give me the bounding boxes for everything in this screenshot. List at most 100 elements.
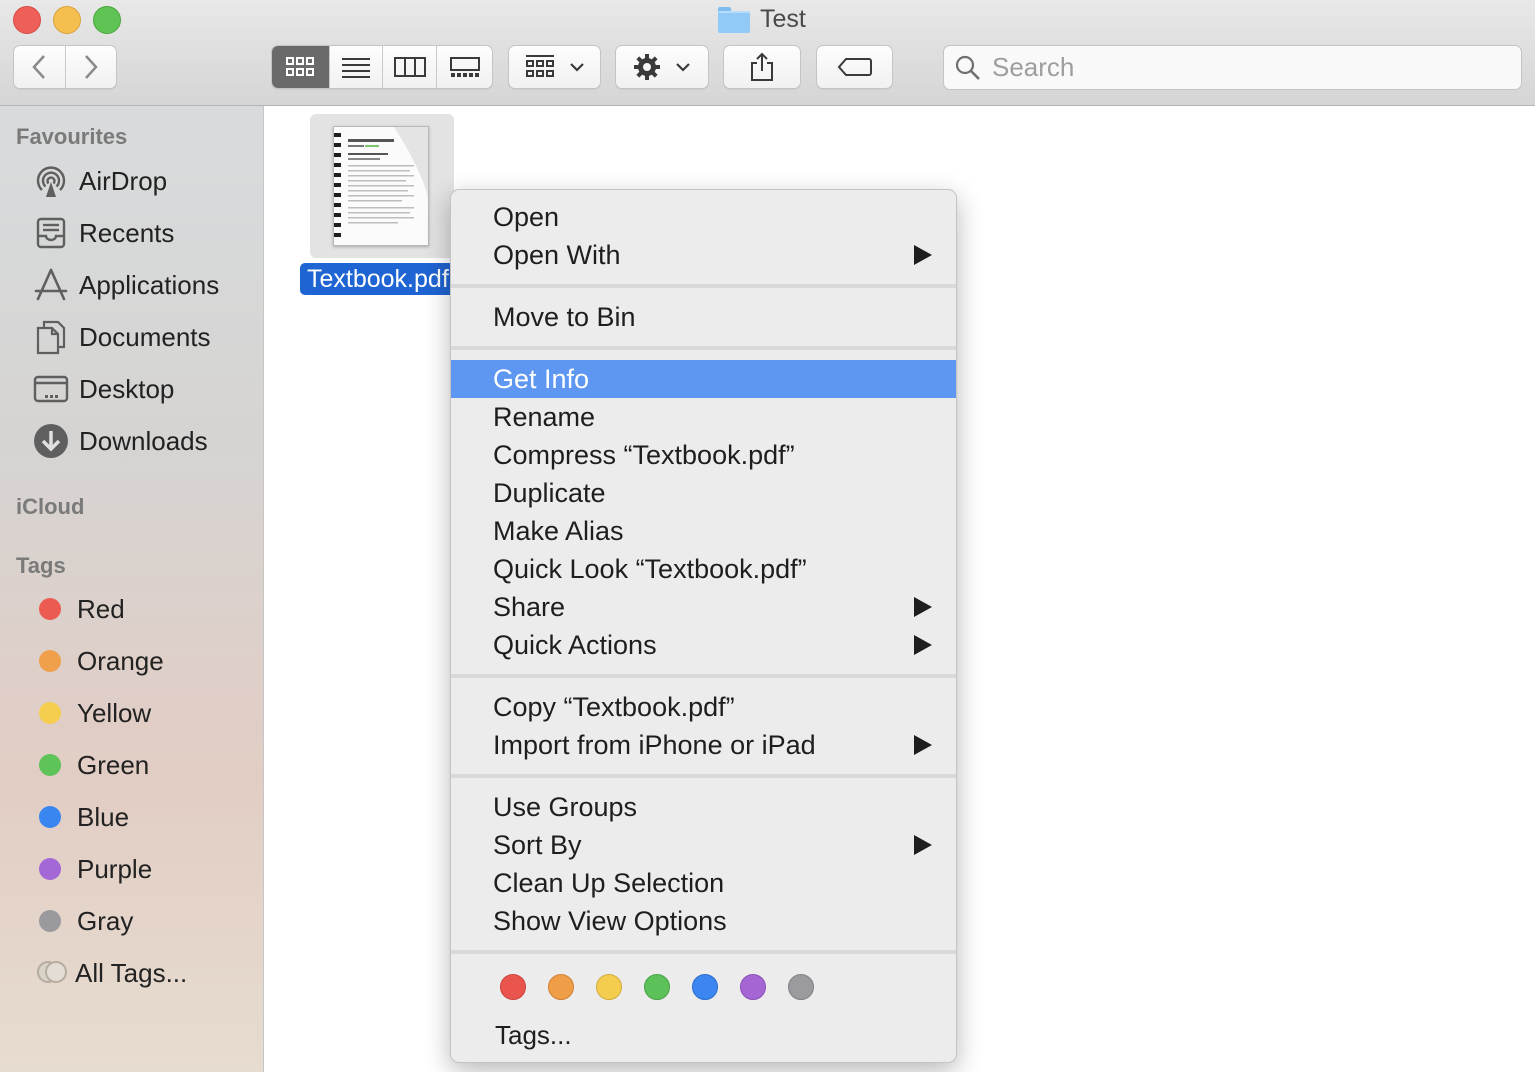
- search-icon: [955, 55, 980, 80]
- forward-button[interactable]: [66, 46, 117, 88]
- menu-item-sort-by[interactable]: Sort By: [451, 826, 956, 864]
- column-view-button[interactable]: [383, 46, 438, 88]
- menu-item-clean-up-selection[interactable]: Clean Up Selection: [451, 864, 956, 902]
- menu-item-make-alias[interactable]: Make Alias: [451, 512, 956, 550]
- edit-tags-button[interactable]: [816, 45, 893, 89]
- menu-item-label: Make Alias: [493, 515, 624, 546]
- menu-separator: [451, 284, 956, 288]
- sidebar-item-downloads[interactable]: Downloads: [33, 421, 208, 461]
- recents-icon: [36, 217, 66, 249]
- menu-tag-orange[interactable]: [548, 974, 574, 1000]
- menu-separator: [451, 774, 956, 778]
- sidebar-item-label: Recents: [79, 217, 175, 248]
- menu-item-label: Duplicate: [493, 477, 606, 508]
- downloads-icon: [34, 424, 68, 458]
- icon-view-button[interactable]: [272, 46, 330, 88]
- submenu-arrow-icon: [914, 835, 932, 855]
- desktop-icon: [33, 375, 69, 403]
- sidebar-tag-red[interactable]: Red: [33, 589, 125, 629]
- menu-item-share[interactable]: Share: [451, 588, 956, 626]
- sidebar-item-documents[interactable]: Documents: [33, 317, 211, 357]
- menu-item-quick-actions[interactable]: Quick Actions: [451, 626, 956, 664]
- menu-item-label: Share: [493, 591, 566, 622]
- menu-item-compress[interactable]: Compress “Textbook.pdf”: [451, 436, 956, 474]
- menu-item-show-view-options[interactable]: Show View Options: [451, 902, 956, 940]
- sidebar-item-label: Orange: [77, 645, 164, 676]
- menu-item-duplicate[interactable]: Duplicate: [451, 474, 956, 512]
- menu-item-label: Move to Bin: [493, 301, 636, 332]
- file-name-label[interactable]: Textbook.pdf: [300, 263, 456, 295]
- submenu-arrow-icon: [914, 735, 932, 755]
- sidebar-item-label: Red: [77, 593, 125, 624]
- menu-item-label: Compress “Textbook.pdf”: [493, 439, 795, 470]
- sidebar-tag-purple[interactable]: Purple: [33, 849, 152, 889]
- sidebar: Favourites AirDrop Recents Applications …: [0, 106, 264, 1072]
- menu-item-open[interactable]: Open: [451, 198, 956, 236]
- menu-item-label: Open: [493, 201, 560, 232]
- menu-item-use-groups[interactable]: Use Groups: [451, 788, 956, 826]
- sidebar-tag-blue[interactable]: Blue: [33, 797, 129, 837]
- group-icon: [525, 55, 554, 77]
- menu-tag-blue[interactable]: [692, 974, 718, 1000]
- menu-item-label: Copy “Textbook.pdf”: [493, 691, 735, 722]
- back-button[interactable]: [14, 46, 66, 88]
- menu-item-label: Open With: [493, 239, 621, 270]
- window-title: Test: [718, 4, 806, 34]
- sidebar-item-label: Downloads: [79, 425, 208, 456]
- context-menu: Open Open With Move to Bin Get Info Rena…: [450, 189, 957, 1063]
- sidebar-tag-orange[interactable]: Orange: [33, 641, 164, 681]
- sidebar-item-desktop[interactable]: Desktop: [33, 369, 174, 409]
- menu-item-tags[interactable]: Tags...: [451, 1016, 956, 1054]
- menu-separator: [451, 950, 956, 954]
- sidebar-tag-gray[interactable]: Gray: [33, 901, 133, 941]
- sidebar-item-applications[interactable]: Applications: [33, 265, 219, 305]
- menu-tag-yellow[interactable]: [596, 974, 622, 1000]
- window-title-label: Test: [760, 4, 806, 33]
- sidebar-item-airdrop[interactable]: AirDrop: [33, 161, 167, 201]
- sidebar-all-tags[interactable]: All Tags...: [33, 953, 187, 993]
- menu-item-quick-look[interactable]: Quick Look “Textbook.pdf”: [451, 550, 956, 588]
- sidebar-item-label: Blue: [77, 801, 130, 832]
- view-mode-control: [271, 45, 493, 89]
- menu-item-import-from-iphone[interactable]: Import from iPhone or iPad: [451, 726, 956, 764]
- search-input[interactable]: [990, 51, 1521, 84]
- pdf-thumbnail-icon[interactable]: [333, 126, 429, 246]
- sidebar-item-recents[interactable]: Recents: [33, 213, 174, 253]
- sidebar-section-icloud: iCloud: [16, 494, 85, 519]
- gallery-view-icon: [449, 57, 480, 77]
- menu-item-label: Rename: [493, 401, 596, 432]
- sidebar-tag-green[interactable]: Green: [33, 745, 149, 785]
- close-window-button[interactable]: [13, 6, 41, 34]
- menu-separator: [451, 674, 956, 678]
- menu-item-open-with[interactable]: Open With: [451, 236, 956, 274]
- share-button[interactable]: [723, 45, 801, 89]
- documents-icon: [36, 320, 66, 355]
- menu-item-get-info[interactable]: Get Info: [451, 360, 956, 398]
- airdrop-icon: [36, 166, 66, 197]
- list-view-button[interactable]: [330, 46, 384, 88]
- orange-tag-icon: [39, 650, 61, 672]
- menu-tag-purple[interactable]: [740, 974, 766, 1000]
- gallery-view-button[interactable]: [437, 46, 492, 88]
- menu-item-copy[interactable]: Copy “Textbook.pdf”: [451, 688, 956, 726]
- sidebar-tag-yellow[interactable]: Yellow: [33, 693, 151, 733]
- chevron-right-icon: [84, 55, 98, 79]
- red-tag-icon: [39, 598, 61, 620]
- toolbar: Test: [0, 0, 1535, 106]
- zoom-window-button[interactable]: [93, 6, 121, 34]
- tag-icon: [837, 58, 872, 76]
- submenu-arrow-icon: [914, 635, 932, 655]
- sidebar-item-label: All Tags...: [75, 957, 188, 988]
- navigation-buttons: [13, 45, 117, 89]
- search-field[interactable]: [943, 45, 1522, 90]
- minimize-window-button[interactable]: [53, 6, 81, 34]
- menu-item-rename[interactable]: Rename: [451, 398, 956, 436]
- column-view-icon: [393, 57, 426, 77]
- menu-tag-gray[interactable]: [788, 974, 814, 1000]
- action-menu-button[interactable]: [615, 45, 709, 89]
- group-by-button[interactable]: [508, 45, 601, 89]
- menu-tag-green[interactable]: [644, 974, 670, 1000]
- menu-tag-red[interactable]: [500, 974, 526, 1000]
- menu-item-label: Sort By: [493, 829, 582, 860]
- menu-item-move-to-bin[interactable]: Move to Bin: [451, 298, 956, 336]
